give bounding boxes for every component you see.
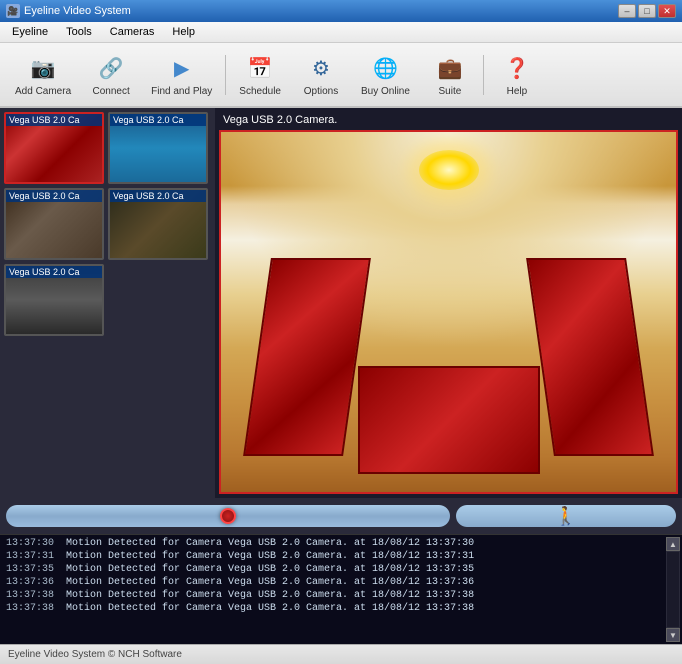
menu-cameras[interactable]: Cameras: [102, 24, 163, 40]
add-camera-button[interactable]: 📷 Add Camera: [6, 47, 80, 102]
camera-thumb-4[interactable]: Vega USB 2.0 Ca: [4, 264, 104, 336]
restore-button[interactable]: □: [638, 4, 656, 18]
menu-bar: Eyeline Tools Cameras Help: [0, 22, 682, 43]
log-panel: 13:37:30 Motion Detected for Camera Vega …: [0, 534, 682, 644]
log-time: 13:37:31: [6, 551, 58, 562]
chandelier: [419, 150, 479, 190]
log-message: Motion Detected for Camera Vega USB 2.0 …: [66, 577, 474, 588]
suite-icon: 💼: [434, 52, 466, 84]
options-icon: ⚙: [305, 52, 337, 84]
playback-slider[interactable]: [6, 505, 450, 527]
schedule-icon: 📅: [244, 52, 276, 84]
help-label: Help: [507, 86, 528, 97]
toolbar: 📷 Add Camera 🔗 Connect ▶ Find and Play 📅…: [0, 43, 682, 108]
menu-eyeline[interactable]: Eyeline: [4, 24, 56, 40]
log-content: 13:37:30 Motion Detected for Camera Vega …: [2, 537, 666, 642]
options-label: Options: [304, 86, 338, 97]
camera-label-2: Vega USB 2.0 Ca: [6, 190, 102, 202]
find-and-play-button[interactable]: ▶ Find and Play: [142, 47, 221, 102]
menu-help[interactable]: Help: [164, 24, 203, 40]
suite-button[interactable]: 💼 Suite: [421, 47, 479, 102]
log-entry: 13:37:35 Motion Detected for Camera Vega …: [2, 563, 666, 576]
window-controls: – □ ✕: [618, 4, 676, 18]
main-camera-image: [219, 130, 678, 494]
person-icon: 🚶: [555, 506, 577, 527]
connect-label: Connect: [93, 86, 130, 97]
camera-label-1: Vega USB 2.0 Ca: [110, 114, 206, 126]
log-time: 13:37:35: [6, 564, 58, 575]
log-entry: 13:37:38 Motion Detected for Camera Vega …: [2, 589, 666, 602]
main-camera-view: Vega USB 2.0 Camera.: [215, 108, 682, 498]
camera-row-3: Vega USB 2.0 Ca: [4, 264, 211, 336]
log-entry: 13:37:31 Motion Detected for Camera Vega …: [2, 550, 666, 563]
find-and-play-label: Find and Play: [151, 86, 212, 97]
log-time: 13:37:38: [6, 603, 58, 614]
status-text: Eyeline Video System © NCH Software: [8, 649, 182, 660]
red-carpet-right: [526, 258, 654, 456]
log-entry: 13:37:30 Motion Detected for Camera Vega …: [2, 537, 666, 550]
buy-online-button[interactable]: 🌐 Buy Online: [352, 47, 419, 102]
log-scroll-down[interactable]: ▼: [666, 628, 680, 642]
camera-thumb-0[interactable]: Vega USB 2.0 Ca: [4, 112, 104, 184]
playback-secondary-track[interactable]: 🚶: [456, 505, 676, 527]
log-scrollbar: ▲ ▼: [666, 537, 680, 642]
log-entry: 13:37:36 Motion Detected for Camera Vega …: [2, 576, 666, 589]
camera-label-0: Vega USB 2.0 Ca: [6, 114, 102, 126]
camera-list: Vega USB 2.0 Ca Vega USB 2.0 Ca Vega USB…: [0, 108, 215, 498]
help-icon: ❓: [501, 52, 533, 84]
title-bar: 🎥 Eyeline Video System – □ ✕: [0, 0, 682, 22]
log-message: Motion Detected for Camera Vega USB 2.0 …: [66, 551, 474, 562]
suite-label: Suite: [439, 86, 462, 97]
log-entry: 13:37:38 Motion Detected for Camera Vega …: [2, 602, 666, 615]
playback-thumb[interactable]: [220, 508, 236, 524]
camera-label-4: Vega USB 2.0 Ca: [6, 266, 102, 278]
main-content: Vega USB 2.0 Ca Vega USB 2.0 Ca Vega USB…: [0, 108, 682, 498]
camera-row-1: Vega USB 2.0 Ca Vega USB 2.0 Ca: [4, 112, 211, 184]
add-camera-label: Add Camera: [15, 86, 71, 97]
title-bar-left: 🎥 Eyeline Video System: [6, 4, 131, 18]
help-button[interactable]: ❓ Help: [488, 47, 546, 102]
log-scroll-up[interactable]: ▲: [666, 537, 680, 551]
staircase-background: [221, 132, 676, 492]
red-carpet-left: [243, 258, 371, 456]
camera-thumb-1[interactable]: Vega USB 2.0 Ca: [108, 112, 208, 184]
schedule-label: Schedule: [239, 86, 281, 97]
main-camera-label: Vega USB 2.0 Camera.: [219, 112, 678, 128]
app-title: Eyeline Video System: [24, 5, 131, 17]
find-and-play-icon: ▶: [166, 52, 198, 84]
log-message: Motion Detected for Camera Vega USB 2.0 …: [66, 603, 474, 614]
status-bar: Eyeline Video System © NCH Software: [0, 644, 682, 664]
log-message: Motion Detected for Camera Vega USB 2.0 …: [66, 564, 474, 575]
toolbar-separator-1: [225, 55, 226, 95]
log-time: 13:37:36: [6, 577, 58, 588]
camera-row-2: Vega USB 2.0 Ca Vega USB 2.0 Ca: [4, 188, 211, 260]
camera-label-3: Vega USB 2.0 Ca: [110, 190, 206, 202]
camera-thumb-3[interactable]: Vega USB 2.0 Ca: [108, 188, 208, 260]
camera-thumb-2[interactable]: Vega USB 2.0 Ca: [4, 188, 104, 260]
toolbar-separator-2: [483, 55, 484, 95]
red-carpet-center: [358, 366, 540, 474]
buy-online-label: Buy Online: [361, 86, 410, 97]
add-camera-icon: 📷: [27, 52, 59, 84]
log-message: Motion Detected for Camera Vega USB 2.0 …: [66, 590, 474, 601]
options-button[interactable]: ⚙ Options: [292, 47, 350, 102]
minimize-button[interactable]: –: [618, 4, 636, 18]
close-button[interactable]: ✕: [658, 4, 676, 18]
menu-tools[interactable]: Tools: [58, 24, 100, 40]
log-scroll-track[interactable]: [667, 552, 679, 627]
app-icon: 🎥: [6, 4, 20, 18]
connect-icon: 🔗: [95, 52, 127, 84]
playback-bar: 🚶: [0, 498, 682, 534]
log-time: 13:37:30: [6, 538, 58, 549]
log-time: 13:37:38: [6, 590, 58, 601]
schedule-button[interactable]: 📅 Schedule: [230, 47, 290, 102]
log-message: Motion Detected for Camera Vega USB 2.0 …: [66, 538, 474, 549]
connect-button[interactable]: 🔗 Connect: [82, 47, 140, 102]
buy-online-icon: 🌐: [369, 52, 401, 84]
